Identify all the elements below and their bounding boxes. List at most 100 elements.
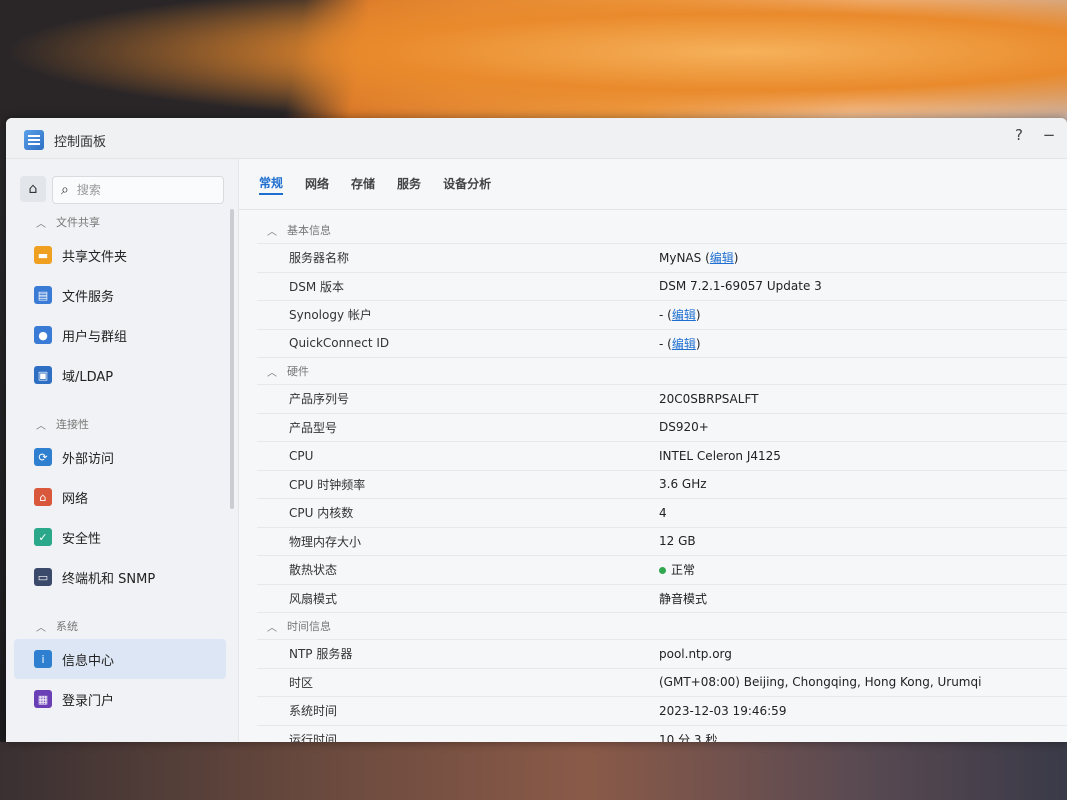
home-icon: ⌂: [28, 181, 38, 197]
info-value-text: -: [659, 336, 664, 351]
edit-link[interactable]: 编辑: [710, 251, 734, 265]
sidebar-item[interactable]: ▣ 域/LDAP: [6, 355, 232, 395]
tab-item[interactable]: 网络: [305, 175, 329, 194]
info-value-text: -: [659, 308, 664, 323]
info-row: 散热状态 正常: [257, 556, 1067, 585]
info-value-text: MyNAS: [659, 251, 702, 266]
minimize-button[interactable]: −: [1041, 126, 1057, 144]
info-value: 正常: [659, 561, 695, 578]
sidebar: ⌂ ⌕ ︿ 文件共享 ▬ 共享文件夹 ▤ 文件服务 ● 用户与群组 ▣ 域/LDAP ︿ 连接性 ⟳ 外部…: [6, 159, 239, 742]
terminal-icon: ▭: [34, 568, 52, 586]
search-box[interactable]: ⌕: [52, 176, 224, 204]
info-label: 物理内存大小: [289, 534, 362, 549]
section-header[interactable]: ︿ 时间信息: [257, 613, 1067, 640]
home-button[interactable]: ⌂: [20, 176, 46, 202]
sidebar-nav: ︿ 文件共享 ▬ 共享文件夹 ▤ 文件服务 ● 用户与群组 ▣ 域/LDAP ︿ 连接性 ⟳ 外部访问 ⌂ 网…: [6, 209, 232, 719]
section-header[interactable]: ︿ 硬件: [257, 358, 1067, 385]
info-row: CPU 时钟频率 3.6 GHz: [257, 471, 1067, 499]
info-row: 运行时间 10 分 3 秒: [257, 726, 1067, 742]
info-value: 静音模式: [659, 590, 707, 607]
info-label: 产品序列号: [289, 392, 350, 407]
info-label: 产品型号: [289, 420, 338, 435]
sidebar-group-header[interactable]: ︿ 文件共享: [6, 209, 232, 235]
info-value: pool.ntp.org: [659, 647, 732, 661]
info-label: CPU 内核数: [289, 506, 354, 521]
desktop-wallpaper: [0, 0, 1067, 130]
info-value-text: 12 GB: [659, 534, 696, 549]
login-portal-icon: ▦: [34, 690, 52, 708]
desktop-background-bottom: [0, 742, 1067, 800]
external-access-icon: ⟳: [34, 448, 52, 466]
sidebar-group-header[interactable]: ︿ 连接性: [6, 411, 232, 437]
control-panel-window: 控制面板 ? − ⌂ ⌕ ︿ 文件共享 ▬ 共享文件夹 ▤ 文件服务 ● 用户与群组 ▣ 域/LD…: [6, 118, 1067, 742]
tab-item[interactable]: 常规: [259, 174, 284, 195]
main-content: 常规 网络 存储 服务 设备分析 ︿ 基本信息服务器名称 MyNAS (编辑) DSM 版本 D…: [239, 159, 1067, 742]
sidebar-item[interactable]: ▤ 文件服务: [6, 275, 232, 315]
info-value-text: INTEL Celeron J4125: [659, 448, 781, 463]
info-label: 系统时间: [289, 704, 338, 719]
sidebar-item-label: 文件服务: [62, 289, 115, 305]
sidebar-item[interactable]: ⌂ 网络: [6, 477, 232, 517]
info-row: Synology 帐户 - (编辑): [257, 301, 1067, 330]
sidebar-item-label: 外部访问: [62, 451, 115, 467]
sidebar-item-label: 信息中心: [62, 653, 115, 669]
info-value-text: DS920+: [659, 420, 709, 435]
info-label: NTP 服务器: [289, 647, 353, 662]
sidebar-item[interactable]: ▦ 登录门户: [6, 679, 232, 719]
info-value-text: 3.6 GHz: [659, 477, 707, 492]
edit-link[interactable]: 编辑: [672, 308, 696, 322]
info-label: 服务器名称: [289, 251, 350, 266]
info-row: QuickConnect ID - (编辑): [257, 330, 1067, 358]
info-value-text: 4: [659, 505, 667, 520]
info-label: CPU: [289, 448, 314, 463]
info-value: MyNAS (编辑): [659, 251, 739, 266]
info-value-text: 20C0SBRPSALFT: [659, 391, 759, 406]
info-value-text: 10 分 3 秒: [659, 732, 718, 742]
info-value: DS920+: [659, 420, 709, 434]
info-row: DSM 版本 DSM 7.2.1-69057 Update 3: [257, 273, 1067, 301]
users-icon: ●: [34, 326, 52, 344]
sidebar-item-label: 网络: [62, 491, 89, 507]
window-controls: ? −: [1011, 126, 1057, 144]
info-value: 20C0SBRPSALFT: [659, 392, 758, 406]
info-value-text: pool.ntp.org: [659, 646, 732, 661]
tab-item[interactable]: 服务: [397, 175, 421, 194]
sidebar-scrollbar[interactable]: [230, 209, 234, 509]
file-service-icon: ▤: [34, 286, 52, 304]
info-value: DSM 7.2.1-69057 Update 3: [659, 279, 822, 293]
info-label: 散热状态: [289, 563, 338, 578]
info-row: 物理内存大小 12 GB: [257, 528, 1067, 556]
chevron-up-icon: ︿: [267, 226, 277, 238]
nav-separator: [6, 597, 232, 613]
sidebar-group-label: 文件共享: [56, 216, 100, 229]
tab-item[interactable]: 存储: [351, 175, 375, 194]
info-label: 风扇模式: [289, 591, 338, 606]
network-home-icon: ⌂: [34, 488, 52, 506]
info-value: - (编辑): [659, 308, 701, 323]
tab-item[interactable]: 设备分析: [443, 175, 491, 194]
info-value: 12 GB: [659, 534, 696, 548]
info-row: 产品序列号 20C0SBRPSALFT: [257, 385, 1067, 414]
sidebar-item[interactable]: ▭ 终端机和 SNMP: [6, 557, 232, 597]
sidebar-item[interactable]: i 信息中心: [14, 639, 226, 679]
sidebar-item[interactable]: ● 用户与群组: [6, 315, 232, 355]
info-label: 时区: [289, 675, 314, 690]
window-titlebar[interactable]: 控制面板 ? −: [6, 118, 1067, 159]
sidebar-group-header[interactable]: ︿ 系统: [6, 613, 232, 639]
sidebar-item-label: 域/LDAP: [62, 369, 114, 385]
search-input[interactable]: [74, 182, 199, 198]
info-label: CPU 时钟频率: [289, 477, 366, 492]
sidebar-item-label: 安全性: [62, 531, 102, 547]
info-value: INTEL Celeron J4125: [659, 449, 781, 463]
help-button[interactable]: ?: [1011, 126, 1027, 144]
sidebar-item[interactable]: ⟳ 外部访问: [6, 437, 232, 477]
info-value: 4: [659, 506, 667, 520]
section-header[interactable]: ︿ 基本信息: [257, 217, 1067, 244]
sidebar-item[interactable]: ✓ 安全性: [6, 517, 232, 557]
info-label: Synology 帐户: [289, 308, 372, 323]
info-row: 产品型号 DS920+: [257, 414, 1067, 442]
info-value: (GMT+08:00) Beijing, Chongqing, Hong Kon…: [659, 675, 981, 689]
sidebar-item[interactable]: ▬ 共享文件夹: [6, 235, 232, 275]
sidebar-item-label: 登录门户: [62, 693, 115, 709]
edit-link[interactable]: 编辑: [672, 337, 696, 351]
